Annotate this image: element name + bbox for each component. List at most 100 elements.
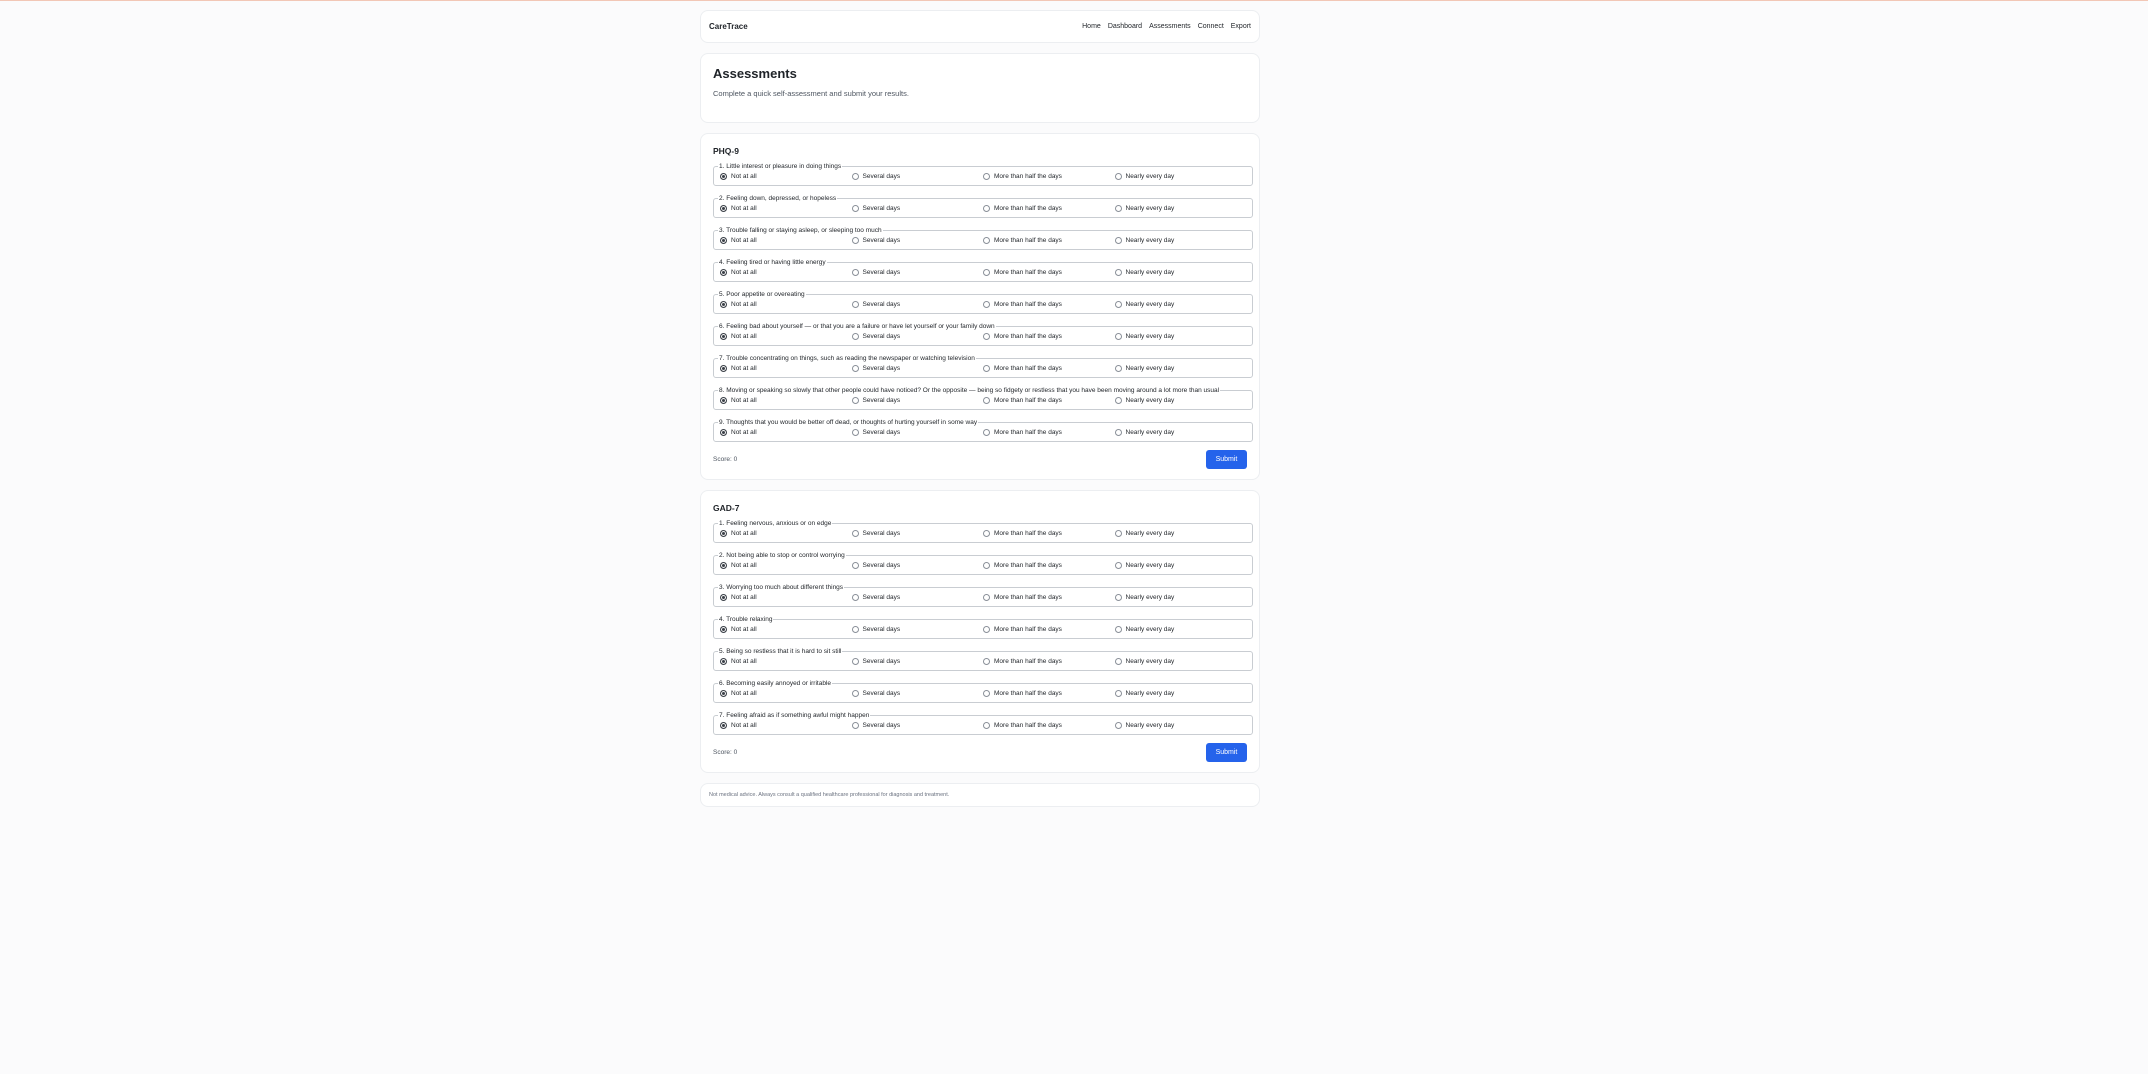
- radio-button[interactable]: [983, 690, 990, 697]
- answer-option[interactable]: Nearly every day: [1114, 722, 1247, 729]
- radio-button[interactable]: [851, 626, 859, 633]
- radio-button[interactable]: [851, 301, 859, 308]
- answer-option[interactable]: Nearly every day: [1114, 690, 1247, 697]
- radio-button[interactable]: [720, 530, 727, 537]
- answer-option[interactable]: Nearly every day: [1114, 205, 1247, 212]
- radio-button[interactable]: [851, 173, 859, 180]
- radio-button[interactable]: [720, 269, 727, 276]
- answer-option[interactable]: Not at all: [720, 205, 852, 212]
- answer-option[interactable]: Several days: [851, 237, 984, 244]
- radio-button[interactable]: [983, 658, 990, 665]
- answer-option[interactable]: More than half the days: [983, 690, 1115, 697]
- answer-option[interactable]: Not at all: [720, 397, 852, 404]
- answer-option[interactable]: Several days: [851, 173, 984, 180]
- gad7-submit-button[interactable]: Submit: [1206, 743, 1247, 762]
- answer-option[interactable]: Nearly every day: [1114, 301, 1247, 308]
- answer-option[interactable]: Several days: [851, 626, 984, 633]
- radio-button[interactable]: [720, 205, 727, 212]
- answer-option[interactable]: Not at all: [720, 626, 852, 633]
- answer-option[interactable]: Not at all: [720, 594, 852, 601]
- radio-button[interactable]: [851, 269, 859, 276]
- answer-option[interactable]: Nearly every day: [1114, 365, 1247, 372]
- radio-button[interactable]: [1114, 594, 1122, 601]
- radio-button[interactable]: [851, 429, 859, 436]
- radio-button[interactable]: [983, 173, 990, 180]
- answer-option[interactable]: More than half the days: [983, 333, 1115, 340]
- answer-option[interactable]: More than half the days: [983, 301, 1115, 308]
- answer-option[interactable]: Several days: [851, 658, 984, 665]
- answer-option[interactable]: Not at all: [720, 722, 852, 729]
- answer-option[interactable]: More than half the days: [983, 269, 1115, 276]
- radio-button[interactable]: [983, 237, 990, 244]
- answer-option[interactable]: Not at all: [720, 530, 852, 537]
- radio-button[interactable]: [720, 333, 727, 340]
- answer-option[interactable]: Nearly every day: [1114, 173, 1247, 180]
- answer-option[interactable]: Several days: [851, 397, 984, 404]
- answer-option[interactable]: Nearly every day: [1114, 269, 1247, 276]
- radio-button[interactable]: [851, 205, 859, 212]
- radio-button[interactable]: [983, 397, 990, 404]
- answer-option[interactable]: Nearly every day: [1114, 530, 1247, 537]
- radio-button[interactable]: [720, 301, 727, 308]
- answer-option[interactable]: Nearly every day: [1114, 658, 1247, 665]
- radio-button[interactable]: [1114, 429, 1122, 436]
- radio-button[interactable]: [720, 173, 727, 180]
- nav-link-dashboard[interactable]: Dashboard: [1108, 23, 1142, 30]
- answer-option[interactable]: More than half the days: [983, 429, 1115, 436]
- radio-button[interactable]: [851, 722, 859, 729]
- radio-button[interactable]: [1114, 173, 1122, 180]
- radio-button[interactable]: [1114, 237, 1122, 244]
- answer-option[interactable]: More than half the days: [983, 205, 1115, 212]
- phq9-submit-button[interactable]: Submit: [1206, 450, 1247, 469]
- answer-option[interactable]: Not at all: [720, 269, 852, 276]
- radio-button[interactable]: [851, 397, 859, 404]
- answer-option[interactable]: More than half the days: [983, 562, 1115, 569]
- answer-option[interactable]: Nearly every day: [1114, 429, 1247, 436]
- answer-option[interactable]: More than half the days: [983, 722, 1115, 729]
- radio-button[interactable]: [983, 530, 990, 537]
- answer-option[interactable]: Nearly every day: [1114, 333, 1247, 340]
- answer-option[interactable]: Several days: [851, 333, 984, 340]
- answer-option[interactable]: More than half the days: [983, 173, 1115, 180]
- answer-option[interactable]: Several days: [851, 690, 984, 697]
- answer-option[interactable]: More than half the days: [983, 658, 1115, 665]
- answer-option[interactable]: More than half the days: [983, 626, 1115, 633]
- answer-option[interactable]: Several days: [851, 594, 984, 601]
- radio-button[interactable]: [983, 301, 990, 308]
- answer-option[interactable]: Not at all: [720, 173, 852, 180]
- radio-button[interactable]: [1114, 397, 1122, 404]
- answer-option[interactable]: Not at all: [720, 658, 852, 665]
- radio-button[interactable]: [983, 594, 990, 601]
- answer-option[interactable]: Several days: [851, 722, 984, 729]
- radio-button[interactable]: [720, 562, 727, 569]
- nav-link-assessments[interactable]: Assessments: [1149, 23, 1191, 30]
- radio-button[interactable]: [983, 429, 990, 436]
- radio-button[interactable]: [1114, 722, 1122, 729]
- radio-button[interactable]: [1114, 626, 1122, 633]
- radio-button[interactable]: [983, 269, 990, 276]
- radio-button[interactable]: [720, 237, 727, 244]
- answer-option[interactable]: Not at all: [720, 237, 852, 244]
- answer-option[interactable]: Nearly every day: [1114, 562, 1247, 569]
- radio-button[interactable]: [983, 205, 990, 212]
- radio-button[interactable]: [720, 626, 727, 633]
- radio-button[interactable]: [1114, 269, 1122, 276]
- answer-option[interactable]: Not at all: [720, 562, 852, 569]
- radio-button[interactable]: [1114, 658, 1122, 665]
- radio-button[interactable]: [851, 237, 859, 244]
- radio-button[interactable]: [851, 333, 859, 340]
- answer-option[interactable]: More than half the days: [983, 365, 1115, 372]
- radio-button[interactable]: [1114, 530, 1122, 537]
- answer-option[interactable]: Nearly every day: [1114, 397, 1247, 404]
- answer-option[interactable]: Not at all: [720, 333, 852, 340]
- radio-button[interactable]: [983, 626, 990, 633]
- radio-button[interactable]: [1114, 562, 1122, 569]
- answer-option[interactable]: Several days: [851, 530, 984, 537]
- radio-button[interactable]: [851, 530, 859, 537]
- answer-option[interactable]: Several days: [851, 301, 984, 308]
- radio-button[interactable]: [983, 365, 990, 372]
- radio-button[interactable]: [1114, 333, 1122, 340]
- radio-button[interactable]: [1114, 301, 1122, 308]
- nav-link-home[interactable]: Home: [1082, 23, 1101, 30]
- radio-button[interactable]: [851, 594, 859, 601]
